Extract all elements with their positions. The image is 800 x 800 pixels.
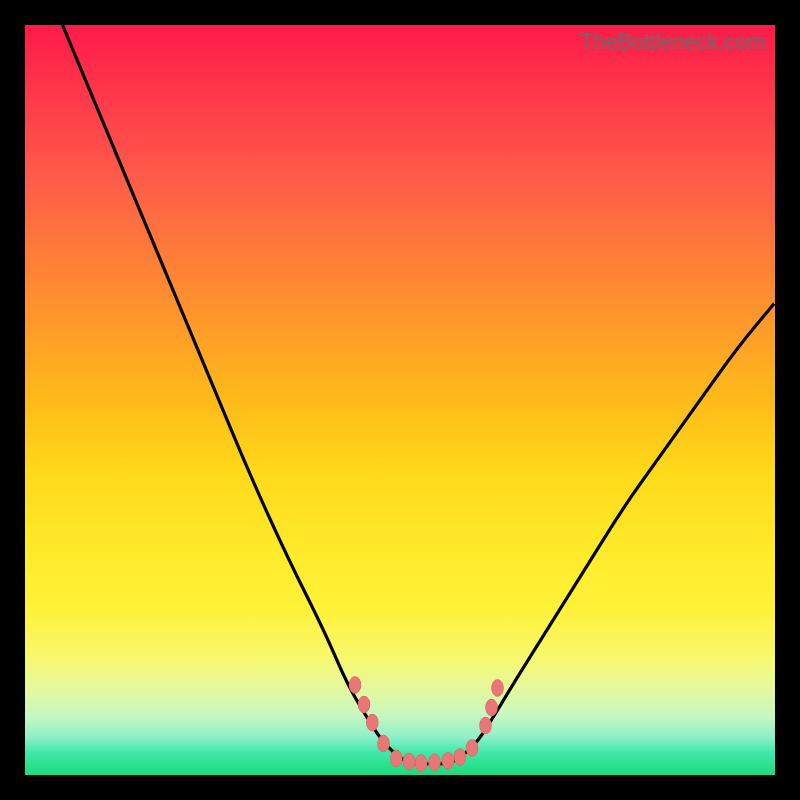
marker-left-knee	[378, 735, 390, 752]
bottleneck-curve	[63, 25, 776, 764]
marker-floor-4	[429, 754, 441, 771]
marker-right-shoulder-bot	[480, 717, 492, 734]
plot-area: TheBottleneck.com	[25, 25, 775, 775]
marker-floor-3	[415, 755, 427, 772]
marker-right-shoulder-top	[492, 680, 504, 697]
chart-frame: TheBottleneck.com	[0, 0, 800, 800]
marker-floor-2	[403, 753, 415, 770]
marker-left-shoulder-bot	[366, 714, 378, 731]
marker-right-knee	[466, 740, 478, 757]
marker-left-shoulder-top	[349, 677, 361, 694]
marker-floor-1	[390, 750, 402, 767]
marker-floor-5	[442, 752, 454, 769]
marker-right-shoulder-mid	[486, 699, 498, 716]
curve-layer	[25, 25, 775, 775]
marker-floor-6	[454, 749, 466, 766]
marker-left-shoulder-mid	[358, 696, 370, 713]
